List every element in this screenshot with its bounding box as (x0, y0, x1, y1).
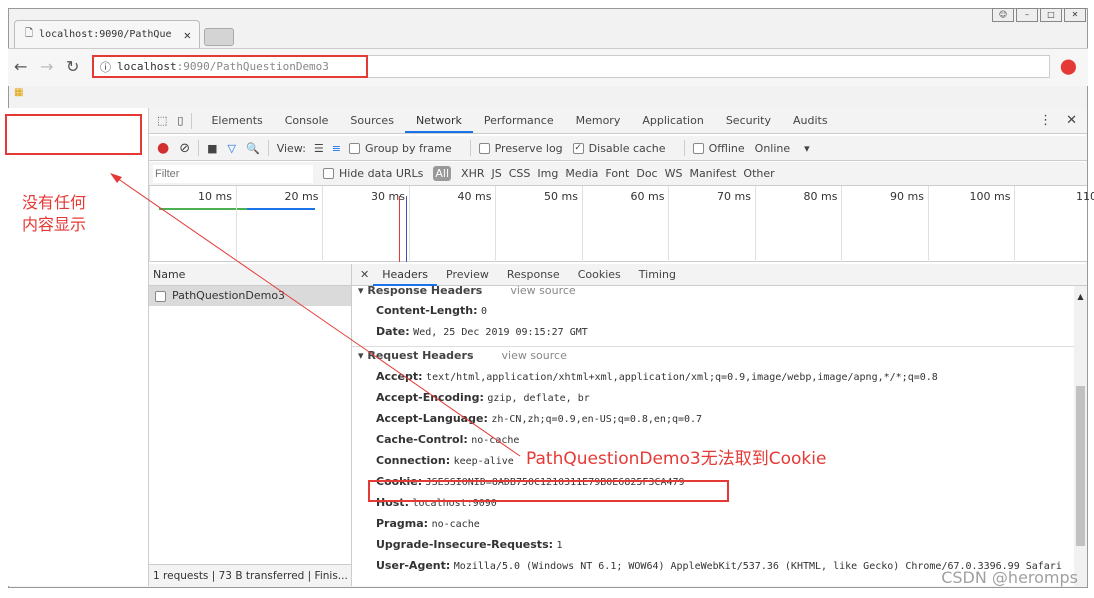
annotation-arrow (110, 173, 521, 457)
watermark: CSDN @heromps (941, 568, 1078, 587)
